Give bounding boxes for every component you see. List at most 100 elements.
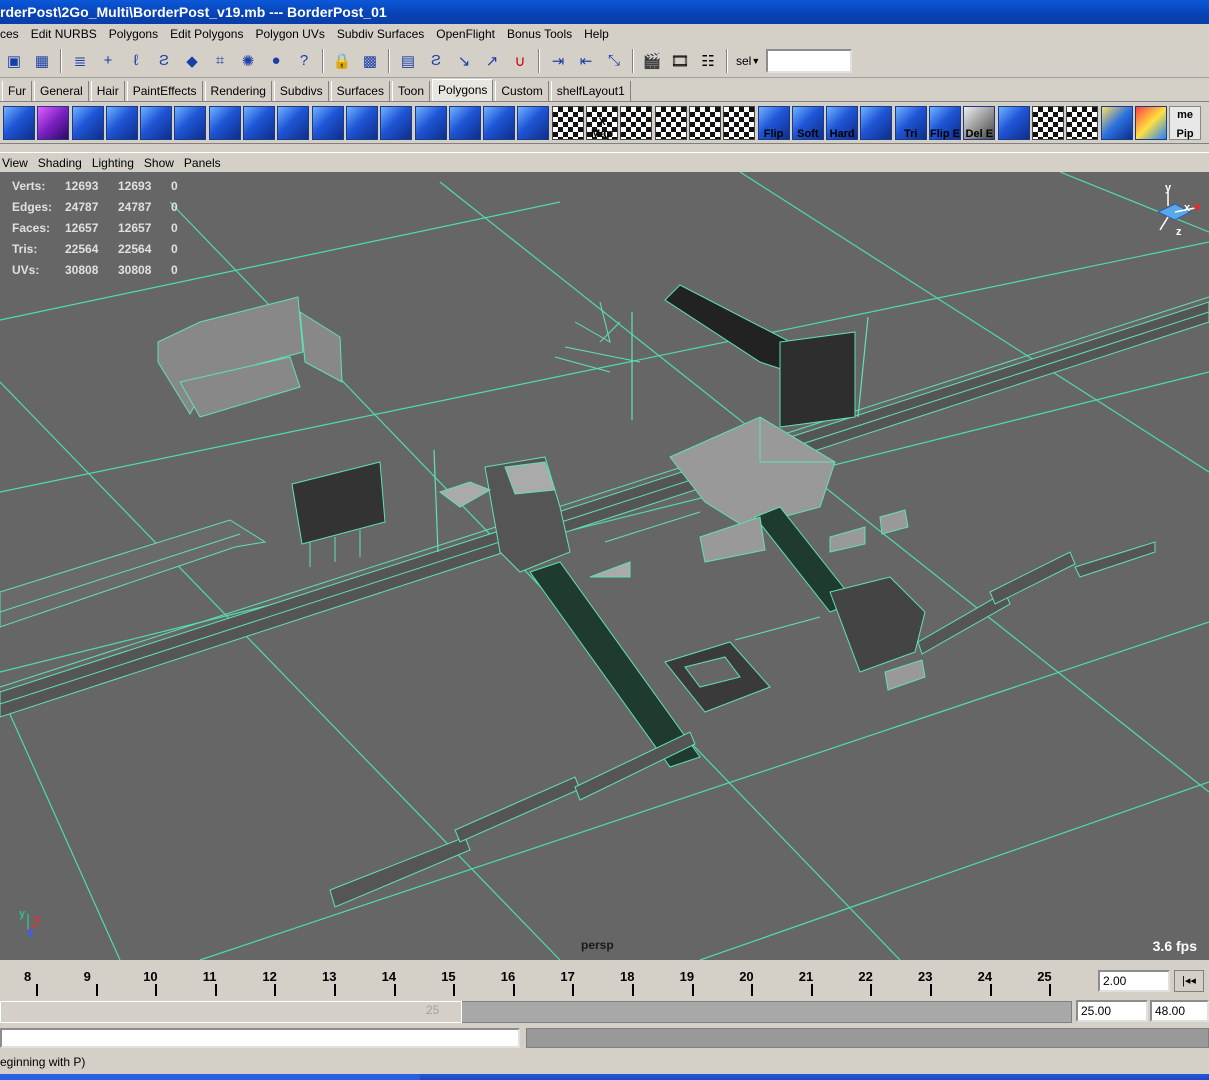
separator [322, 48, 324, 73]
smooth-icon[interactable] [311, 105, 344, 140]
extrude-face-icon[interactable] [140, 105, 173, 140]
triangulate-icon[interactable] [380, 105, 413, 140]
tab-rendering[interactable]: Rendering [204, 81, 272, 101]
time-slider[interactable]: 8 9 10 11 12 13 14 15 16 17 18 19 20 21 22 23 24 25 2.00 … [0, 960, 1209, 998]
normal-icon[interactable] [860, 105, 893, 140]
tab-custom[interactable]: Custom [495, 81, 549, 101]
menu-item[interactable]: Bonus Tools [501, 27, 578, 41]
cleanup-icon[interactable] [997, 105, 1030, 140]
input-ops-icon[interactable]: ↘ [453, 50, 475, 72]
go-to-start-button[interactable]: |◂◂ [1174, 970, 1204, 992]
poly-plane-icon[interactable] [71, 105, 104, 140]
help-icon[interactable]: ? [293, 50, 315, 72]
frame-label: 13 [322, 969, 337, 984]
panel-menu-shading[interactable]: Shading [33, 156, 87, 170]
tab-toon[interactable]: Toon [391, 81, 431, 101]
perspective-viewport[interactable]: Verts: 12693 12693 0 Edges: 24787 24787 … [0, 172, 1209, 960]
tab-shelflayout1[interactable]: shelfLayout1 [550, 81, 631, 101]
current-time-field[interactable]: 2.00 [1098, 970, 1170, 992]
tab-subdivs[interactable]: Subdivs [273, 81, 329, 101]
menu-item[interactable]: Edit Polygons [164, 27, 249, 41]
frame-tick [155, 984, 158, 996]
soften-edge-icon[interactable]: Soft [791, 105, 824, 140]
poly-sphere-icon[interactable] [37, 105, 70, 140]
range-handle[interactable] [0, 1001, 462, 1023]
grid-uv-icon[interactable] [1100, 105, 1133, 140]
separate-icon[interactable] [483, 105, 516, 140]
history-icon[interactable]: ▤ [397, 50, 419, 72]
mel-pip-icon[interactable]: me Pip [1169, 105, 1202, 140]
sphere-icon[interactable]: ● [265, 50, 287, 72]
checker-icon[interactable] [1031, 105, 1064, 140]
window-title-bar[interactable]: rderPost\2Go_Multi\BorderPost_v19.mb ---… [0, 0, 1209, 24]
menu-item[interactable]: Edit NURBS [25, 27, 103, 41]
panel-menu-show[interactable]: Show [139, 156, 179, 170]
merge-icon[interactable] [243, 105, 276, 140]
view-cube[interactable] [1156, 192, 1200, 231]
render-icon[interactable]: 🎬 [641, 50, 663, 72]
extrude-edge-icon[interactable] [174, 105, 207, 140]
tab-hair[interactable]: Hair [90, 81, 125, 101]
tab-polygons[interactable]: Polygons [432, 79, 494, 101]
paint-icon[interactable] [1134, 105, 1167, 140]
menu-item[interactable]: OpenFlight [430, 27, 501, 41]
harden-edge-icon[interactable]: Hard [826, 105, 859, 140]
snap-curve-icon[interactable]: ℓ [125, 50, 147, 72]
uv-cylindrical-icon[interactable] [620, 105, 653, 140]
uv-editor-icon[interactable] [723, 105, 756, 140]
quadrangulate-icon[interactable] [414, 105, 447, 140]
menu-item[interactable]: Polygons [103, 27, 164, 41]
snap-plane-icon[interactable]: ◆ [181, 50, 203, 72]
tab-fur[interactable]: Fur [2, 81, 32, 101]
flip-icon[interactable]: Flip [757, 105, 790, 140]
tri-icon[interactable]: Tri [894, 105, 927, 140]
taskbar-start[interactable] [0, 1074, 420, 1080]
x-map-icon[interactable]: X Map [586, 105, 619, 140]
panel-menu-lighting[interactable]: Lighting [87, 156, 139, 170]
quick-select-input[interactable] [766, 48, 853, 73]
panel-menu-panels[interactable]: Panels [179, 156, 226, 170]
render-globals-icon[interactable]: ☷ [697, 50, 719, 72]
output-ops-icon[interactable]: ↗ [481, 50, 503, 72]
menu-item[interactable]: ces [0, 27, 25, 41]
select-highlight-icon[interactable]: ▩ [359, 50, 381, 72]
magnet-icon[interactable]: ∪ [509, 50, 531, 72]
tab-surfaces[interactable]: Surfaces [330, 81, 390, 101]
delete-edge-icon[interactable]: Del E [963, 105, 996, 140]
poly-select-icon[interactable] [105, 105, 138, 140]
tab-general[interactable]: General [34, 81, 89, 101]
flip-edge-icon[interactable]: Flip E [929, 105, 962, 140]
anim-end-field[interactable]: 48.00 [1150, 1000, 1209, 1022]
checker-map-icon[interactable] [1066, 105, 1099, 140]
lock-icon[interactable]: 🔒 [331, 50, 353, 72]
lights-icon[interactable]: ✺ [237, 50, 259, 72]
playback-end-field[interactable]: 25.00 [1076, 1000, 1148, 1022]
input-connections-icon[interactable]: ⇥ [547, 50, 569, 72]
menu-item[interactable]: Polygon UVs [249, 27, 330, 41]
make-live-icon[interactable]: ⌗ [209, 50, 231, 72]
selection-mask-icon[interactable]: ≣ [69, 50, 91, 72]
subdivide-icon[interactable] [345, 105, 378, 140]
ipr-render-icon[interactable]: 🎞 [669, 50, 691, 72]
command-input[interactable] [0, 1028, 520, 1048]
output-connections-icon[interactable]: ⇤ [575, 50, 597, 72]
combine-icon[interactable] [448, 105, 481, 140]
uv-spherical-icon[interactable] [654, 105, 687, 140]
menu-item[interactable]: Subdiv Surfaces [331, 27, 430, 41]
extract-icon[interactable] [517, 105, 550, 140]
bevel-icon[interactable] [208, 105, 241, 140]
construction-history-icon[interactable]: ⤡ [603, 50, 625, 72]
snap-grid-icon[interactable]: + [97, 50, 119, 72]
select-object-icon[interactable]: ▦ [31, 50, 53, 72]
select-hierarchy-icon[interactable]: ▣ [3, 50, 25, 72]
menu-item[interactable]: Help [578, 27, 615, 41]
tab-painteffects[interactable]: PaintEffects [126, 81, 203, 101]
construction-icon[interactable]: Ƨ [425, 50, 447, 72]
uv-automatic-icon[interactable] [688, 105, 721, 140]
panel-menu-view[interactable]: View [0, 156, 33, 170]
poly-cube-icon[interactable] [3, 105, 35, 140]
split-icon[interactable] [277, 105, 310, 140]
uv-planar-icon[interactable] [551, 105, 584, 140]
snap-point-icon[interactable]: Ƨ [153, 50, 175, 72]
chevron-down-icon[interactable]: ▼ [751, 56, 760, 66]
